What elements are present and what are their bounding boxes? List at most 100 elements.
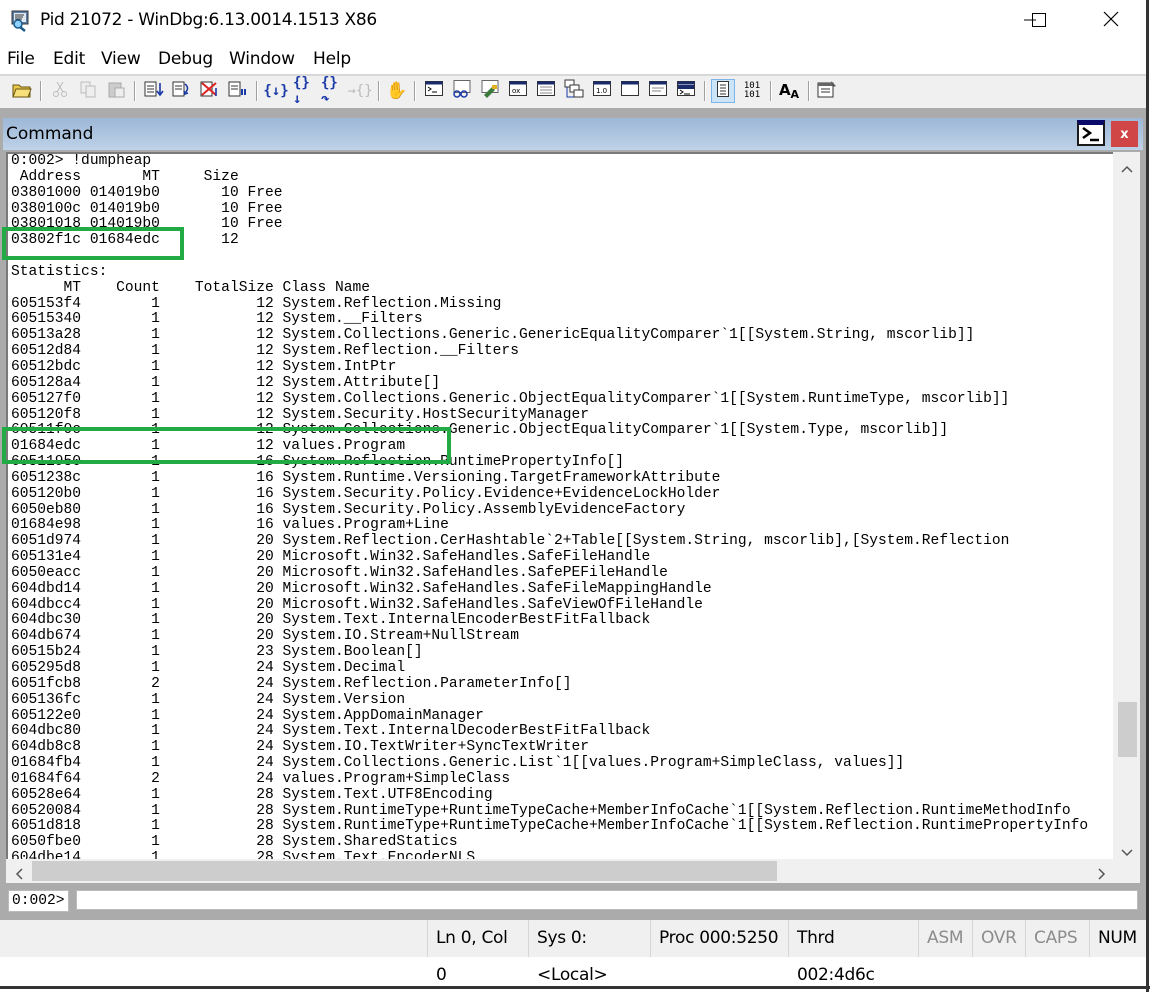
command-window: Command x 0:002> !dumpheap Address MT Si… — [3, 118, 1143, 916]
output-line: 604db8c8 1 24 System.IO.TextWriter+SyncT… — [11, 739, 590, 756]
command-window-button[interactable] — [423, 80, 445, 102]
font-button[interactable]: AA — [778, 80, 800, 102]
menu-bar: File Edit View Debug Window Help — [0, 44, 1148, 74]
scroll-left-icon[interactable] — [15, 865, 23, 884]
paste-button[interactable] — [105, 80, 127, 102]
terminal-prompt-icon — [1079, 126, 1103, 147]
locals-button[interactable] — [479, 80, 501, 102]
output-line: 605122e0 1 24 System.AppDomainManager — [11, 707, 484, 724]
status-caps: CAPS — [1025, 920, 1089, 957]
hex-mode-button[interactable]: 101 101 — [741, 80, 763, 102]
output-line: 01684fb4 1 24 System.Collections.Generic… — [11, 755, 905, 772]
step-out-brace-button[interactable]: {}↓ — [293, 75, 315, 107]
status-system: Sys 0:<Local> — [528, 920, 650, 985]
command-output[interactable]: 0:002> !dumpheap Address MT Size 03801000… — [6, 152, 1115, 861]
command-window-close-button[interactable]: x — [1111, 121, 1138, 147]
step-over-brace-icon: {}↷ — [321, 75, 338, 107]
output-line: 605136fc 1 24 System.Version — [11, 691, 406, 708]
output-line: 60515b24 1 23 System.Boolean[] — [11, 644, 423, 661]
step-over-brace-button[interactable]: {}↷ — [321, 75, 343, 107]
status-process: Proc 000:5250 — [650, 920, 788, 957]
status-line-col: Ln 0, Col 0 — [427, 920, 528, 985]
output-line: 6050eacc 1 20 Microsoft.Win32.SafeHandle… — [11, 564, 668, 581]
output-line: 605295d8 1 24 System.Decimal — [11, 660, 406, 676]
window-frame-right — [1146, 0, 1149, 992]
status-asm: ASM — [918, 920, 972, 957]
output-line: 6051d974 1 20 System.Reflection.CerHasht… — [11, 533, 1010, 550]
step-into-brace-icon: {↓} — [263, 83, 289, 99]
close-window-button[interactable] — [1088, 0, 1134, 42]
output-line: 0:002> !dumpheap — [11, 153, 152, 169]
command-input[interactable] — [76, 890, 1138, 910]
run-to-cursor-icon: →{} — [347, 83, 373, 99]
output-line: 604db674 1 20 System.IO.Stream+NullStrea… — [11, 628, 519, 645]
hex-mode-icon: 101 101 — [744, 82, 760, 100]
maximize-icon — [1032, 12, 1046, 31]
font-icon: AA — [778, 81, 800, 101]
output-line: 01684f64 2 24 values.Program+SimpleClass — [11, 770, 511, 787]
command-prompt-label: 0:002> — [8, 890, 69, 912]
command-browser-icon — [677, 81, 695, 101]
output-line: MT Count TotalSize Class Name — [11, 279, 371, 296]
window-frame-bottom — [0, 986, 1150, 989]
step-into-button[interactable] — [143, 80, 165, 102]
call-stack-icon — [564, 79, 584, 103]
horizontal-scrollbar[interactable] — [6, 859, 1113, 883]
hand-button[interactable]: ✋ — [386, 80, 408, 102]
command-browser-button[interactable] — [675, 80, 697, 102]
output-line: 6051d818 1 28 System.RuntimeType+Runtime… — [11, 818, 1089, 835]
step-into-brace-button[interactable]: {↓} — [263, 80, 289, 102]
processes-button[interactable] — [647, 80, 669, 102]
run-to-cursor-button[interactable]: →{} — [347, 80, 373, 102]
hand-icon: ✋ — [386, 81, 408, 101]
copy-button[interactable] — [77, 80, 99, 102]
menu-file[interactable]: File — [7, 49, 35, 69]
step-over-icon — [172, 80, 192, 102]
menu-edit[interactable]: Edit — [53, 49, 85, 69]
scroll-right-icon[interactable] — [1098, 865, 1106, 884]
open-button[interactable] — [11, 80, 33, 102]
output-line: 01684e98 1 16 values.Program+Line — [11, 517, 449, 534]
output-line: 60511950 1 16 System.Reflection.RuntimeP… — [11, 454, 625, 471]
horizontal-scroll-thumb[interactable] — [32, 861, 777, 881]
window-title: Pid 21072 - WinDbg:6.13.0014.1513 X86 — [40, 10, 377, 30]
scratch-pad-button[interactable] — [619, 80, 641, 102]
scroll-up-icon[interactable] — [1121, 158, 1133, 177]
mdi-workspace: Command x 0:002> !dumpheap Address MT Si… — [0, 108, 1148, 920]
output-line: 604dbd14 1 20 Microsoft.Win32.SafeHandle… — [11, 580, 712, 597]
source-mode-button[interactable] — [711, 79, 735, 103]
call-stack-button[interactable] — [563, 79, 585, 103]
break-button[interactable] — [227, 80, 249, 102]
menu-view[interactable]: View — [101, 49, 141, 69]
menu-window[interactable]: Window — [229, 49, 295, 69]
menu-debug[interactable]: Debug — [158, 49, 213, 69]
cut-button[interactable] — [49, 80, 71, 102]
vertical-scrollbar[interactable] — [1113, 152, 1140, 859]
memory-button[interactable] — [535, 80, 557, 102]
status-ovr: OVR — [972, 920, 1025, 957]
options-button[interactable] — [816, 80, 838, 102]
disassembly-button[interactable]: 1.0 — [591, 80, 613, 102]
command-window-dock-button[interactable] — [1077, 120, 1105, 146]
svg-text:ox: ox — [512, 87, 520, 95]
output-line: 605131e4 1 20 Microsoft.Win32.SafeHandle… — [11, 549, 651, 566]
status-bar: Ln 0, Col 0 Sys 0:<Local> Proc 000:5250 … — [0, 920, 1148, 985]
output-line: 01684edc 1 12 values.Program — [11, 438, 406, 455]
watch-button[interactable] — [451, 80, 473, 102]
menu-help[interactable]: Help — [313, 49, 351, 69]
output-line: 60513a28 1 12 System.Collections.Generic… — [11, 327, 975, 344]
output-line: 6050fbe0 1 28 System.SharedStatics — [11, 834, 458, 851]
output-line: 03802f1c 01684edc 12 — [11, 232, 239, 249]
step-over-button[interactable] — [171, 80, 193, 102]
step-into-icon — [144, 80, 164, 102]
vertical-scroll-thumb[interactable] — [1118, 702, 1137, 757]
output-line: 03801000 014019b0 10 Free — [11, 184, 283, 201]
windbg-app-icon — [9, 10, 31, 32]
status-thread: Thrd 002:4d6c — [788, 920, 918, 985]
stop-debugging-button[interactable] — [199, 80, 221, 102]
output-line: 605120b0 1 16 System.Security.Policy.Evi… — [11, 485, 721, 502]
command-window-titlebar[interactable]: Command x — [3, 118, 1143, 150]
maximize-button[interactable] — [1016, 0, 1062, 42]
output-line: Statistics: — [11, 263, 108, 280]
registers-button[interactable]: ox — [507, 80, 529, 102]
